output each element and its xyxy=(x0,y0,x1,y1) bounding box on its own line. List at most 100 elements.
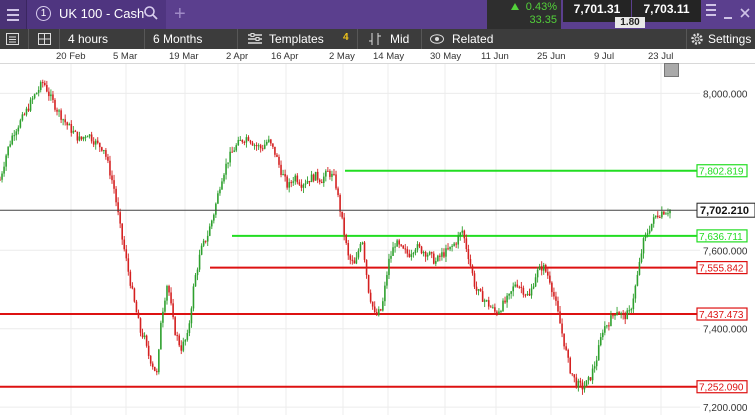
candle-body xyxy=(447,248,449,250)
candle-body xyxy=(304,183,307,185)
candle-body xyxy=(479,289,482,292)
y-tick-label: 8,000.000 xyxy=(703,89,748,100)
candle-body xyxy=(547,271,549,276)
candle-body xyxy=(5,155,7,167)
close-icon[interactable] xyxy=(740,8,750,18)
candle-body xyxy=(369,292,372,302)
candle-body xyxy=(526,293,529,295)
layout-grid-icon[interactable] xyxy=(38,33,51,45)
y-tick-label: 7,600.000 xyxy=(703,246,748,257)
candle-body xyxy=(422,252,425,254)
candle-body xyxy=(9,144,11,147)
candle-body xyxy=(508,293,510,296)
settings-button[interactable]: Settings xyxy=(708,29,751,49)
candle-body xyxy=(626,310,629,320)
candle-body xyxy=(202,240,205,246)
candle-body xyxy=(477,289,480,291)
add-tab-icon[interactable]: + xyxy=(174,3,186,26)
candle-body xyxy=(243,142,246,144)
templates-button[interactable]: Templates xyxy=(269,29,324,49)
candle-body xyxy=(213,214,215,221)
candle-body xyxy=(115,188,117,203)
chart-toolbar: 4 hours 6 Months Templates 4 Mid Related… xyxy=(0,29,755,49)
candle-body xyxy=(119,212,121,224)
candle-body xyxy=(361,242,364,244)
candle-body xyxy=(530,288,533,296)
candle-body xyxy=(280,164,282,175)
templates-count-badge: 4 xyxy=(343,32,349,43)
interval-selector[interactable]: 4 hours xyxy=(68,29,108,49)
range-selector[interactable]: 6 Months xyxy=(153,29,202,49)
candle-body xyxy=(121,223,123,240)
candle-body xyxy=(650,223,653,231)
candle-body xyxy=(644,234,647,239)
candle-body xyxy=(300,184,303,188)
candle-body xyxy=(139,318,142,333)
hamburger-menu-icon[interactable] xyxy=(0,0,27,29)
tab-number: 1 xyxy=(36,6,51,21)
candle-body xyxy=(428,252,431,255)
candle-body xyxy=(90,134,93,142)
candle-body xyxy=(82,136,85,140)
candle-body xyxy=(380,309,382,311)
candle-body xyxy=(160,322,162,350)
candle-body xyxy=(318,179,321,182)
candle-body xyxy=(286,176,288,188)
candle-body xyxy=(325,170,327,177)
candle-body xyxy=(382,301,384,311)
candle-body xyxy=(510,291,512,294)
candle-body xyxy=(270,139,272,144)
candle-body xyxy=(282,174,284,176)
candle-body xyxy=(353,260,356,264)
candle-body xyxy=(561,323,563,334)
candle-body xyxy=(278,156,280,165)
candle-body xyxy=(522,287,525,295)
candle-body xyxy=(257,145,260,147)
candle-body xyxy=(194,275,197,287)
candle-body xyxy=(540,266,543,271)
candle-body xyxy=(424,252,427,257)
candle-body xyxy=(638,262,641,275)
candle-body xyxy=(7,146,9,156)
x-tick-label: 2 May xyxy=(329,51,355,62)
candle-body xyxy=(76,131,79,141)
candle-body xyxy=(616,312,618,315)
candle-body xyxy=(156,370,158,373)
candle-body xyxy=(469,259,472,266)
instrument-tab[interactable]: 1 UK 100 - Cash xyxy=(27,0,166,29)
candle-body xyxy=(430,252,433,254)
candle-body xyxy=(180,345,183,351)
candle-body xyxy=(451,245,453,247)
candle-body xyxy=(461,230,464,233)
search-icon[interactable] xyxy=(143,5,159,21)
minimize-icon[interactable] xyxy=(723,7,733,19)
candle-body xyxy=(253,145,256,147)
candle-body xyxy=(455,243,457,245)
candle-body xyxy=(597,345,600,361)
candle-body xyxy=(145,335,148,346)
list-view-icon[interactable] xyxy=(6,33,19,45)
candle-body xyxy=(314,171,317,181)
candle-body xyxy=(514,284,517,287)
candle-body xyxy=(628,310,631,312)
candle-body xyxy=(392,247,394,256)
candle-body xyxy=(233,150,235,152)
candle-body xyxy=(441,252,443,257)
candle-body xyxy=(176,335,178,337)
candle-body xyxy=(239,139,242,141)
candle-body xyxy=(3,166,5,174)
candle-body xyxy=(11,135,14,145)
candle-body xyxy=(196,269,199,276)
candle-body xyxy=(68,123,71,126)
candle-body xyxy=(612,315,614,317)
candle-body xyxy=(310,174,313,183)
price-type-button[interactable]: Mid xyxy=(390,29,409,49)
price-chart[interactable]: 8,000.000 7,600.000 7,400.000 7,200.000 7,8… xyxy=(0,64,755,415)
candle-body xyxy=(606,325,608,327)
instrument-name: UK 100 - Cash xyxy=(59,6,145,21)
candle-body xyxy=(259,145,262,149)
related-button[interactable]: Related xyxy=(452,29,493,49)
panel-menu-icon[interactable] xyxy=(706,4,716,22)
candle-body xyxy=(94,140,97,145)
eye-icon xyxy=(430,34,444,44)
